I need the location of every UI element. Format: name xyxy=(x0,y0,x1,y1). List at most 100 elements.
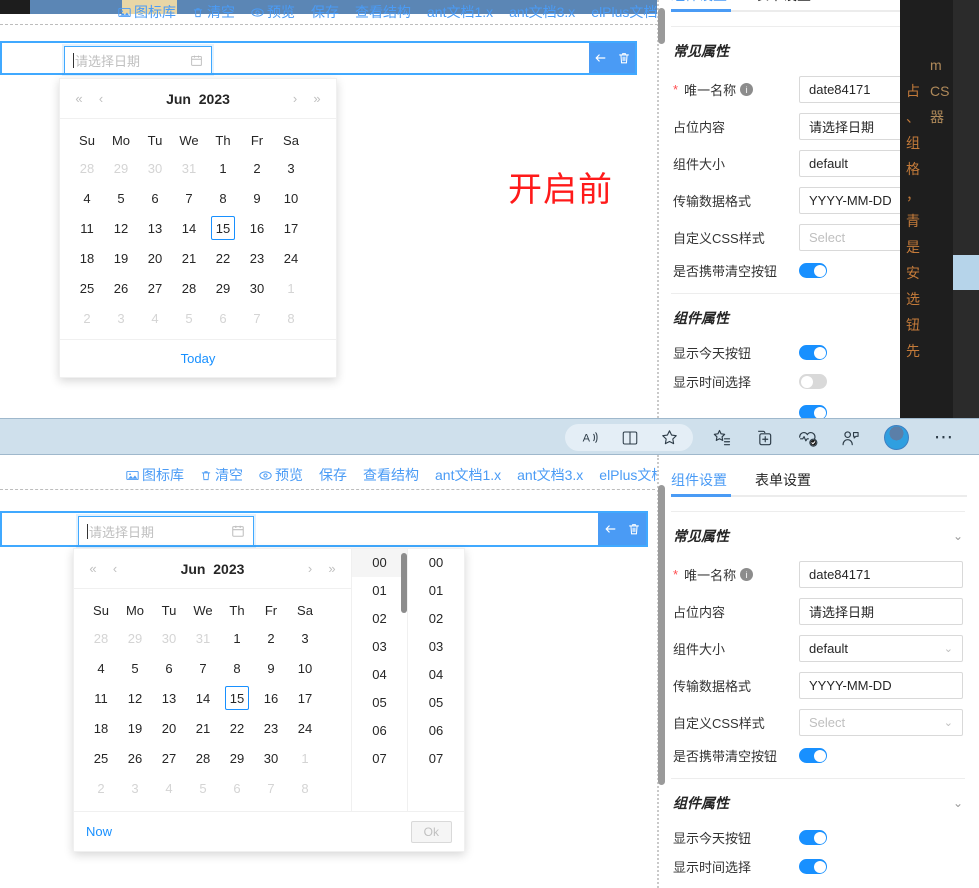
calendar-month[interactable]: Jun xyxy=(181,561,206,577)
prev-month-button[interactable]: ‹ xyxy=(90,91,112,106)
calendar-day-cell[interactable]: 3 xyxy=(118,773,152,803)
calendar-day-cell[interactable]: 8 xyxy=(220,653,254,683)
calendar-day-cell[interactable]: 27 xyxy=(152,743,186,773)
today-button[interactable]: Today xyxy=(181,351,216,366)
calendar-day-cell[interactable]: 7 xyxy=(254,773,288,803)
calendar-day-cell[interactable]: 30 xyxy=(254,743,288,773)
calendar-day-cell[interactable]: 4 xyxy=(70,183,104,213)
calendar-day-cell[interactable]: 29 xyxy=(220,743,254,773)
tab-form-settings[interactable]: 表单设置 xyxy=(755,470,811,497)
date-picker-panel-bottom[interactable]: « ‹ Jun 2023 › » Su Mo Tu We Th Fr Sa 28 29 30 31… xyxy=(73,548,465,852)
calendar-day-cell[interactable]: 2 xyxy=(70,303,104,333)
calendar-day-cell[interactable]: 30 xyxy=(138,153,172,183)
calendar-day-cell[interactable]: 6 xyxy=(206,303,240,333)
calendar-day-cell[interactable]: 4 xyxy=(84,653,118,683)
calendar-year[interactable]: 2023 xyxy=(199,91,230,107)
selected-widget-row-top[interactable]: 请选择日期 xyxy=(0,41,637,75)
time-option[interactable]: 02 xyxy=(408,605,464,633)
calendar-day-cell[interactable]: 22 xyxy=(220,713,254,743)
calendar-day-cell[interactable]: 19 xyxy=(118,713,152,743)
calendar-day-cell[interactable]: 29 xyxy=(104,153,138,183)
calendar-day-cell[interactable]: 2 xyxy=(240,153,274,183)
allow-clear-toggle[interactable] xyxy=(799,748,827,763)
chevron-down-icon[interactable]: ⌄ xyxy=(953,529,963,543)
toolbar-link-view-structure[interactable]: 查看结构 xyxy=(355,2,411,22)
calendar-day-cell[interactable]: 28 xyxy=(186,743,220,773)
calendar-day-cell[interactable]: 3 xyxy=(274,153,308,183)
calendar-day-cell[interactable]: 12 xyxy=(118,683,152,713)
time-option[interactable]: 01 xyxy=(408,577,464,605)
date-picker-input-bottom[interactable]: 请选择日期 xyxy=(78,516,254,546)
hour-column-scrollbar[interactable] xyxy=(401,553,407,613)
date-format-input[interactable]: YYYY-MM-DD xyxy=(799,187,900,214)
toolbar-link-elplus-doc[interactable]: elPlus文档 xyxy=(599,465,665,485)
calendar-day-cell[interactable]: 6 xyxy=(152,653,186,683)
calendar-day-cell[interactable]: 4 xyxy=(152,773,186,803)
panel-scrollbar-thumb[interactable] xyxy=(658,8,665,44)
toolbar-link-preview[interactable]: 预览 xyxy=(259,465,303,485)
calendar-day-cell[interactable]: 18 xyxy=(84,713,118,743)
panel-scrollbar-thumb[interactable] xyxy=(658,485,665,785)
placeholder-input[interactable]: 请选择日期 xyxy=(799,113,900,140)
calendar-day-cell[interactable]: 16 xyxy=(240,213,274,243)
calendar-day-cell[interactable]: 10 xyxy=(288,653,322,683)
calendar-day-cell[interactable]: 21 xyxy=(172,243,206,273)
ok-button[interactable]: Ok xyxy=(410,820,452,843)
calendar-day-today[interactable]: 15 xyxy=(220,683,254,713)
selected-widget-row-bottom[interactable]: 请选择日期 xyxy=(0,511,648,547)
calendar-day-cell[interactable]: 5 xyxy=(186,773,220,803)
show-time-toggle[interactable] xyxy=(799,859,827,874)
calendar-day-cell[interactable]: 14 xyxy=(172,213,206,243)
calendar-day-cell[interactable]: 8 xyxy=(288,773,322,803)
collections-icon[interactable] xyxy=(705,419,739,456)
toolbar-link-view-structure[interactable]: 查看结构 xyxy=(363,465,419,485)
calendar-day-cell[interactable]: 13 xyxy=(152,683,186,713)
calendar-day-cell[interactable]: 11 xyxy=(84,683,118,713)
toolbar-link-save[interactable]: 保存 xyxy=(319,465,347,485)
calendar-day-cell[interactable]: 23 xyxy=(254,713,288,743)
custom-css-select[interactable]: Select ⌄ xyxy=(799,709,963,736)
calendar-day-cell[interactable]: 9 xyxy=(240,183,274,213)
calendar-day-cell[interactable]: 20 xyxy=(152,713,186,743)
calendar-day-cell[interactable]: 17 xyxy=(274,213,308,243)
calendar-day-cell[interactable]: 29 xyxy=(118,623,152,653)
calendar-day-cell[interactable]: 5 xyxy=(172,303,206,333)
calendar-month[interactable]: Jun xyxy=(166,91,191,107)
time-option[interactable]: 00 xyxy=(352,549,407,577)
calendar-day-cell[interactable]: 31 xyxy=(186,623,220,653)
date-format-input[interactable]: YYYY-MM-DD xyxy=(799,672,963,699)
date-picker-panel-top[interactable]: « ‹ Jun 2023 › » Su Mo Tu We Th Fr Sa 28 29 30 31… xyxy=(59,78,337,378)
calendar-day-cell[interactable]: 14 xyxy=(186,683,220,713)
calendar-day-today[interactable]: 15 xyxy=(206,213,240,243)
toolbar-link-icon-library[interactable]: 图标库 xyxy=(126,465,184,485)
calendar-day-cell[interactable]: 26 xyxy=(104,273,138,303)
super-prev-year-button[interactable]: « xyxy=(68,91,90,106)
toolbar-link-preview[interactable]: 预览 xyxy=(251,2,295,22)
calendar-day-cell[interactable]: 13 xyxy=(138,213,172,243)
move-left-button[interactable] xyxy=(589,47,611,69)
toolbar-link-icon-library[interactable]: 图标库 xyxy=(118,2,176,22)
custom-css-select[interactable]: Select ⌄ xyxy=(799,224,900,251)
calendar-day-cell[interactable]: 26 xyxy=(118,743,152,773)
calendar-day-cell[interactable]: 29 xyxy=(206,273,240,303)
minute-column[interactable]: 00 01 02 03 04 05 06 07 xyxy=(408,549,464,811)
calendar-day-cell[interactable]: 23 xyxy=(240,243,274,273)
time-option[interactable]: 07 xyxy=(408,745,464,773)
calendar-day-cell[interactable]: 25 xyxy=(84,743,118,773)
super-prev-year-button[interactable]: « xyxy=(82,561,104,576)
super-next-year-button[interactable]: » xyxy=(321,561,343,576)
calendar-day-cell[interactable]: 2 xyxy=(84,773,118,803)
show-today-toggle[interactable] xyxy=(799,345,827,360)
calendar-day-cell[interactable]: 30 xyxy=(240,273,274,303)
time-option[interactable]: 05 xyxy=(352,689,407,717)
calendar-year[interactable]: 2023 xyxy=(213,561,244,577)
toolbar-link-ant-doc-3x[interactable]: ant文档3.x xyxy=(517,465,583,485)
super-next-year-button[interactable]: » xyxy=(306,91,328,106)
toolbar-link-elplus-doc[interactable]: elPlus文档 xyxy=(591,2,657,22)
calendar-day-cell[interactable]: 30 xyxy=(152,623,186,653)
now-button[interactable]: Now xyxy=(86,824,112,839)
delete-widget-button[interactable] xyxy=(613,47,635,69)
calendar-day-cell[interactable]: 3 xyxy=(288,623,322,653)
calendar-day-cell[interactable]: 5 xyxy=(118,653,152,683)
read-aloud-icon[interactable]: A xyxy=(573,419,607,456)
